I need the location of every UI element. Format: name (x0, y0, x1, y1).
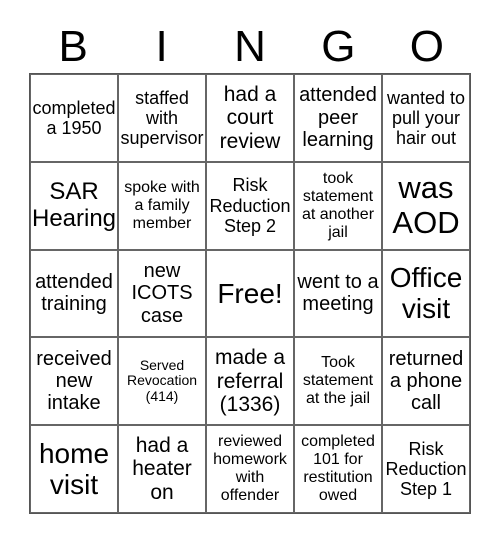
bingo-cell-free[interactable]: Free! (206, 249, 294, 338)
bingo-cell[interactable]: attended peer learning (294, 74, 382, 162)
bingo-cell[interactable]: SAR Hearing (30, 161, 118, 250)
header-letter-n: N (234, 22, 266, 71)
header-letter-b: B (58, 22, 88, 71)
cell-text: had a heater on (132, 433, 192, 504)
cell-text: completed a 1950 (32, 97, 116, 138)
bingo-cell[interactable]: Served Revocation (414) (118, 337, 206, 426)
cell-text: Served Revocation (414) (126, 356, 198, 405)
cell-text: received new intake (36, 347, 112, 415)
header-letter-o: O (409, 22, 444, 71)
cell-text: Free! (217, 277, 283, 309)
bingo-cell[interactable]: had a court review (206, 74, 294, 162)
bingo-cell[interactable]: spoke with a family member (118, 161, 206, 250)
bingo-cell[interactable]: took statement at another jail (294, 161, 382, 250)
bingo-cell[interactable]: new ICOTS case (118, 249, 206, 338)
cell-text: was AOD (392, 169, 460, 240)
bingo-cell[interactable]: Risk Reduction Step 2 (206, 161, 294, 250)
cell-text: had a court review (219, 82, 281, 153)
bingo-cell[interactable]: completed 101 for restitution owed (294, 425, 382, 513)
bingo-card-grid: completed a 1950 staffed with supervisor… (29, 73, 471, 514)
bingo-cell[interactable]: Office visit (382, 249, 470, 338)
bingo-cell[interactable]: was AOD (382, 161, 470, 250)
bingo-cell[interactable]: attended training (30, 249, 118, 338)
cell-text: returned a phone call (388, 347, 464, 415)
cell-text: reviewed homework with offender (213, 433, 287, 504)
bingo-header: B I N G O (29, 20, 471, 74)
cell-text: took statement at another jail (301, 169, 375, 241)
cell-text: home visit (38, 437, 110, 501)
cell-text: Risk Reduction Step 1 (385, 438, 467, 500)
bingo-cell[interactable]: reviewed homework with offender (206, 425, 294, 513)
cell-text: attended training (35, 271, 113, 316)
cell-text: Office visit (389, 262, 463, 325)
bingo-cell[interactable]: home visit (30, 425, 118, 513)
cell-text: Took statement at the jail (302, 354, 374, 408)
cell-text: SAR Hearing (31, 177, 117, 232)
bingo-cell[interactable]: completed a 1950 (30, 74, 118, 162)
header-letter-i: I (155, 22, 168, 71)
bingo-cell[interactable]: Risk Reduction Step 1 (382, 425, 470, 513)
cell-text: made a referral (1336) (214, 346, 286, 417)
cell-text: completed 101 for restitution owed (301, 433, 375, 504)
bingo-cell[interactable]: had a heater on (118, 425, 206, 513)
cell-text: went to a meeting (297, 271, 379, 316)
bingo-cell[interactable]: returned a phone call (382, 337, 470, 426)
bingo-cell[interactable]: went to a meeting (294, 249, 382, 338)
bingo-cell[interactable]: Took statement at the jail (294, 337, 382, 426)
cell-text: spoke with a family member (124, 178, 200, 232)
bingo-cell[interactable]: staffed with supervisor (118, 74, 206, 162)
cell-text: new ICOTS case (131, 259, 193, 327)
bingo-cell[interactable]: received new intake (30, 337, 118, 426)
header-letter-g: G (321, 22, 356, 71)
cell-text: wanted to pull your hair out (386, 87, 466, 148)
cell-text: Risk Reduction Step 2 (209, 175, 291, 236)
cell-text: staffed with supervisor (120, 87, 204, 148)
bingo-cell[interactable]: wanted to pull your hair out (382, 74, 470, 162)
bingo-cell[interactable]: made a referral (1336) (206, 337, 294, 426)
cell-text: attended peer learning (299, 84, 377, 152)
